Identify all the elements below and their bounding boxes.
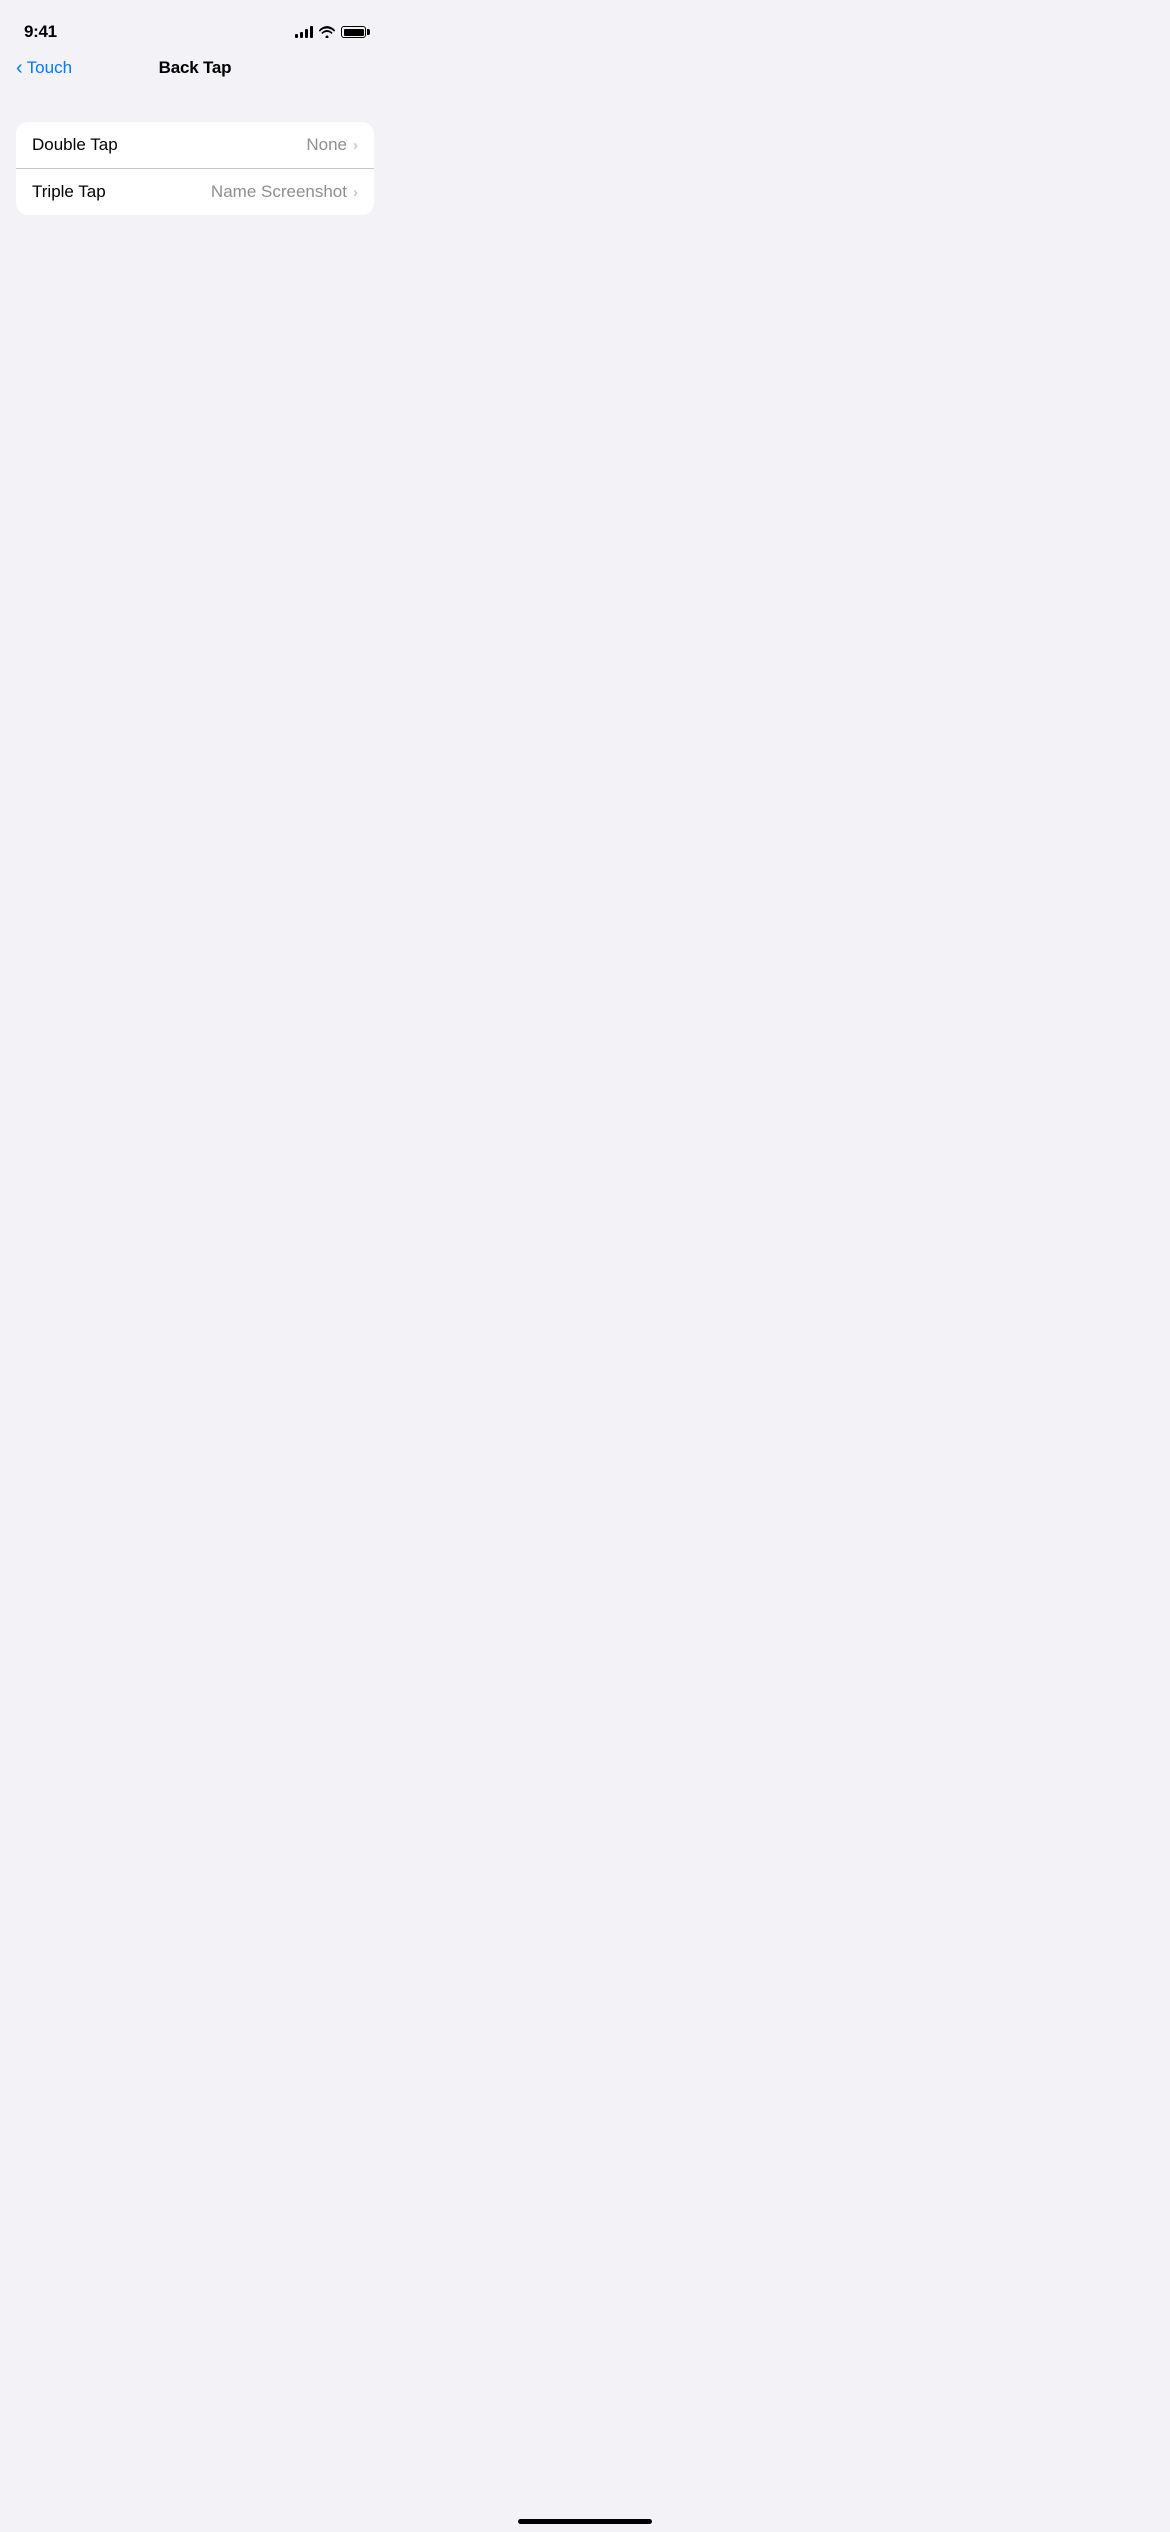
- double-tap-label: Double Tap: [32, 135, 118, 155]
- status-icons: [295, 26, 366, 38]
- signal-icon: [295, 26, 313, 38]
- back-chevron-icon: ‹: [16, 58, 23, 78]
- triple-tap-label: Triple Tap: [32, 182, 106, 202]
- wifi-icon: [319, 26, 335, 38]
- triple-tap-value-container: Name Screenshot ›: [211, 182, 358, 202]
- status-time: 9:41: [24, 22, 57, 42]
- content: Double Tap None › Triple Tap Name Screen…: [0, 94, 390, 215]
- double-tap-value: None: [306, 135, 347, 155]
- triple-tap-chevron-icon: ›: [353, 184, 358, 201]
- home-indicator: [518, 2519, 652, 2524]
- triple-tap-value: Name Screenshot: [211, 182, 347, 202]
- settings-group: Double Tap None › Triple Tap Name Screen…: [16, 122, 374, 215]
- page-title: Back Tap: [159, 58, 232, 78]
- status-bar: 9:41: [0, 0, 390, 50]
- battery-icon: [341, 26, 366, 38]
- double-tap-row[interactable]: Double Tap None ›: [16, 122, 374, 169]
- back-label: Touch: [27, 58, 72, 78]
- double-tap-chevron-icon: ›: [353, 137, 358, 154]
- double-tap-value-container: None ›: [306, 135, 358, 155]
- triple-tap-row[interactable]: Triple Tap Name Screenshot ›: [16, 169, 374, 215]
- nav-bar: ‹ Touch Back Tap: [0, 50, 390, 94]
- back-button[interactable]: ‹ Touch: [16, 58, 72, 78]
